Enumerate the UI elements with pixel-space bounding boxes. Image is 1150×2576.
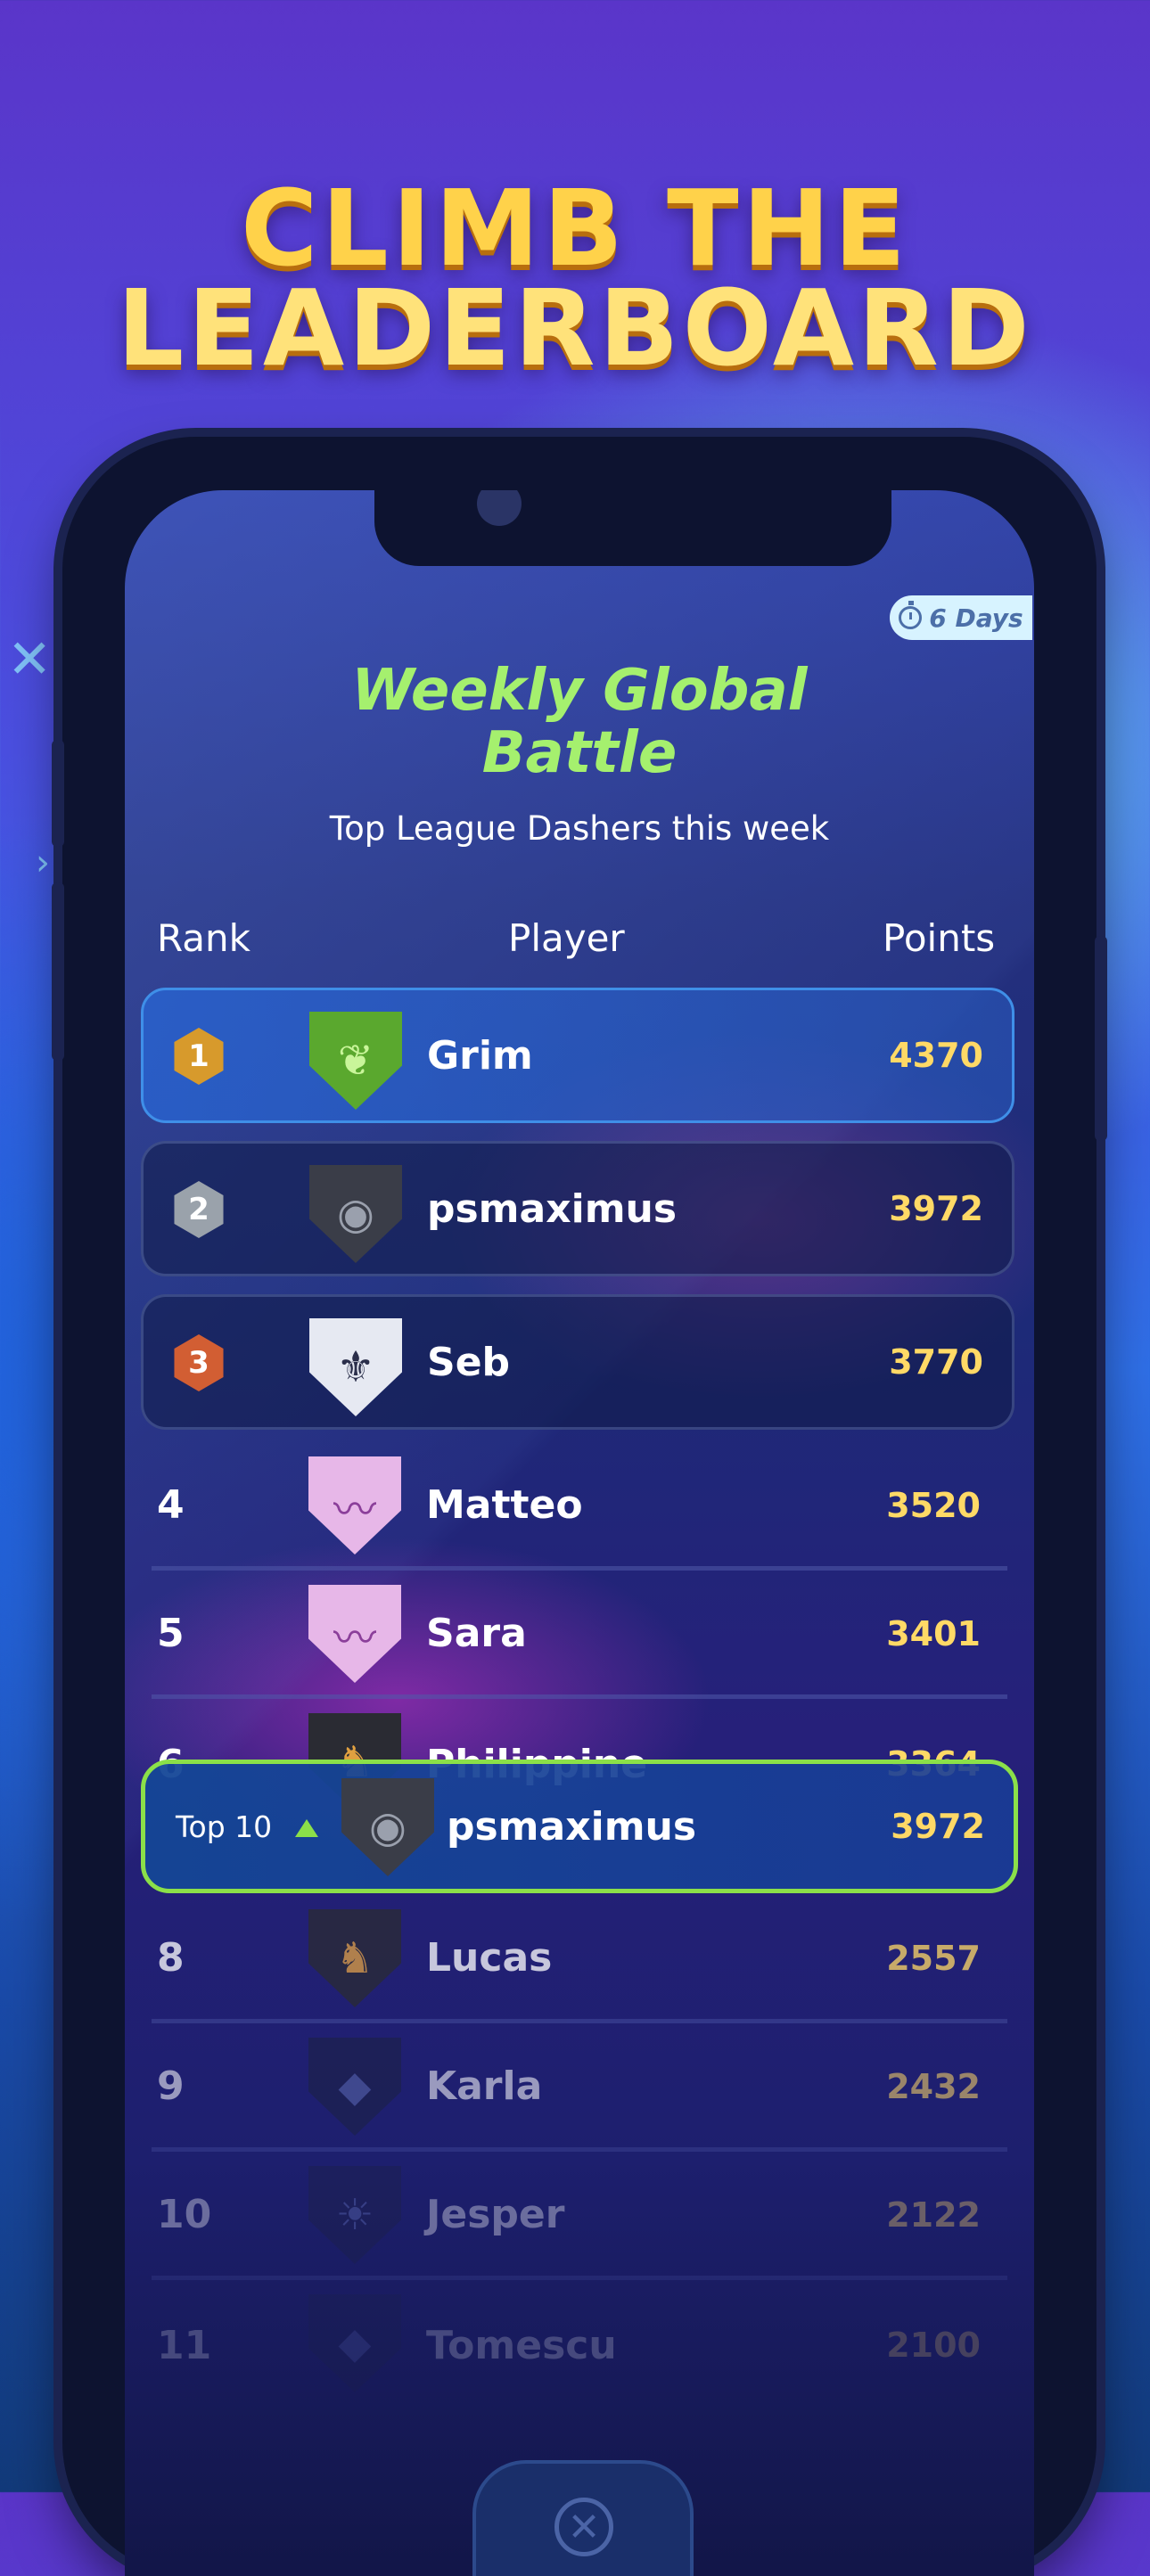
rank-number: 4 <box>157 1482 185 1528</box>
leaderboard-row[interactable]: 9 ◆ Karla 2432 <box>152 2025 1007 2152</box>
bronze-medal-icon: 3 <box>174 1334 224 1391</box>
silver-medal-icon: 2 <box>174 1181 224 1238</box>
gorilla-shield-icon: ◉ <box>309 1165 402 1263</box>
close-icon[interactable]: ✕ <box>554 2498 613 2556</box>
rank-number: 9 <box>157 2063 185 2109</box>
player-points: 4370 <box>889 1036 983 1075</box>
rank-number: 3 <box>188 1345 209 1381</box>
leaderboard-row[interactable]: 2 ◉ psmaximus 3972 <box>141 1141 1014 1276</box>
mustache-shield-icon: 〰 <box>308 1456 401 1555</box>
timer-days-label: 6 Days <box>929 603 1023 633</box>
player-name: Matteo <box>426 1482 583 1528</box>
player-name: Sara <box>426 1611 527 1656</box>
leaderboard-row[interactable]: 10 ☀ Jesper 2122 <box>152 2154 1007 2280</box>
player-name: Lucas <box>426 1935 553 1981</box>
headline-line-1: CLIMB THE <box>241 167 909 290</box>
panther-shield-icon: ◆ <box>308 2038 401 2136</box>
current-user-points: 3972 <box>891 1807 985 1846</box>
rank-number: 11 <box>157 2322 212 2368</box>
timer-badge: 6 Days <box>890 595 1032 640</box>
player-name: Seb <box>427 1339 511 1385</box>
dog-shield-icon: ♞ <box>308 1909 401 2007</box>
current-user-name: psmaximus <box>447 1803 697 1850</box>
player-points: 2100 <box>886 2326 981 2365</box>
rank-number: 8 <box>157 1935 185 1981</box>
phone-side-button <box>52 740 64 847</box>
player-name: Karla <box>426 2063 543 2109</box>
phone-frame: 6 Days Weekly Global Battle Top League D… <box>52 437 1107 2576</box>
panther-shield-icon: ◆ <box>308 2294 401 2392</box>
leaderboard-row[interactable]: 5 〰 Sara 3401 <box>152 1572 1007 1699</box>
board-title-line-2: Battle <box>481 720 678 786</box>
player-name: Grim <box>427 1032 533 1079</box>
phone-notch <box>374 490 891 566</box>
gold-medal-icon: 1 <box>174 1028 224 1085</box>
rank-number: 1 <box>188 1038 209 1074</box>
player-points: 3972 <box>889 1189 983 1228</box>
phone-side-button <box>1095 936 1107 1141</box>
bottom-tab: ✕ <box>472 2460 694 2576</box>
player-points: 3401 <box>886 1613 981 1653</box>
rank-number: 2 <box>188 1192 209 1227</box>
board-title: Weekly Global Battle <box>125 660 1034 784</box>
up-arrow-icon <box>295 1819 318 1837</box>
fleur-de-lis-icon: ⚜ <box>309 1318 402 1416</box>
player-points: 3770 <box>889 1342 983 1382</box>
leaderboard-row[interactable]: 3 ⚜ Seb 3770 <box>141 1294 1014 1430</box>
player-points: 2122 <box>886 2195 981 2235</box>
player-points: 2432 <box>886 2066 981 2106</box>
decor-x-left-2: › <box>36 842 50 883</box>
column-header-rank: Rank <box>157 916 251 960</box>
player-name: Jesper <box>426 2192 565 2237</box>
leaderboard-row[interactable]: 4 〰 Matteo 3520 <box>152 1444 1007 1571</box>
stopwatch-icon <box>899 601 923 629</box>
phone-screen: 6 Days Weekly Global Battle Top League D… <box>125 490 1034 2576</box>
player-name: psmaximus <box>427 1185 678 1232</box>
current-user-rank-label: Top 10 <box>176 1809 273 1844</box>
board-title-line-1: Weekly Global <box>351 658 808 724</box>
current-user-row[interactable]: Top 10 ◉ psmaximus 3972 <box>141 1760 1018 1893</box>
rank-number: 5 <box>157 1611 185 1656</box>
player-points: 2557 <box>886 1938 981 1978</box>
owl-shield-icon: ☀ <box>308 2166 401 2264</box>
leaderboard-row[interactable]: 1 ❦ Grim 4370 <box>141 988 1014 1123</box>
gorilla-shield-icon: ◉ <box>341 1778 434 1876</box>
leaderboard-row[interactable]: 8 ♞ Lucas 2557 <box>152 1897 1007 2023</box>
leaderboard-row[interactable]: 11 ◆ Tomescu 2100 <box>152 2282 1007 2408</box>
player-name: Tomescu <box>426 2322 617 2368</box>
headline: CLIMB THE LEADERBOARD <box>0 167 1150 390</box>
leaf-shield-icon: ❦ <box>309 1012 402 1110</box>
rank-number: 10 <box>157 2192 212 2237</box>
column-header-points: Points <box>883 916 996 960</box>
headline-line-2: LEADERBOARD <box>117 267 1033 390</box>
mustache-shield-icon: 〰 <box>308 1585 401 1683</box>
board-subtitle: Top League Dashers this week <box>329 809 830 848</box>
column-header-player: Player <box>508 916 625 960</box>
phone-side-button <box>52 882 64 1061</box>
player-points: 3520 <box>886 1485 981 1525</box>
decor-x-left-1: ✕ <box>7 628 53 691</box>
